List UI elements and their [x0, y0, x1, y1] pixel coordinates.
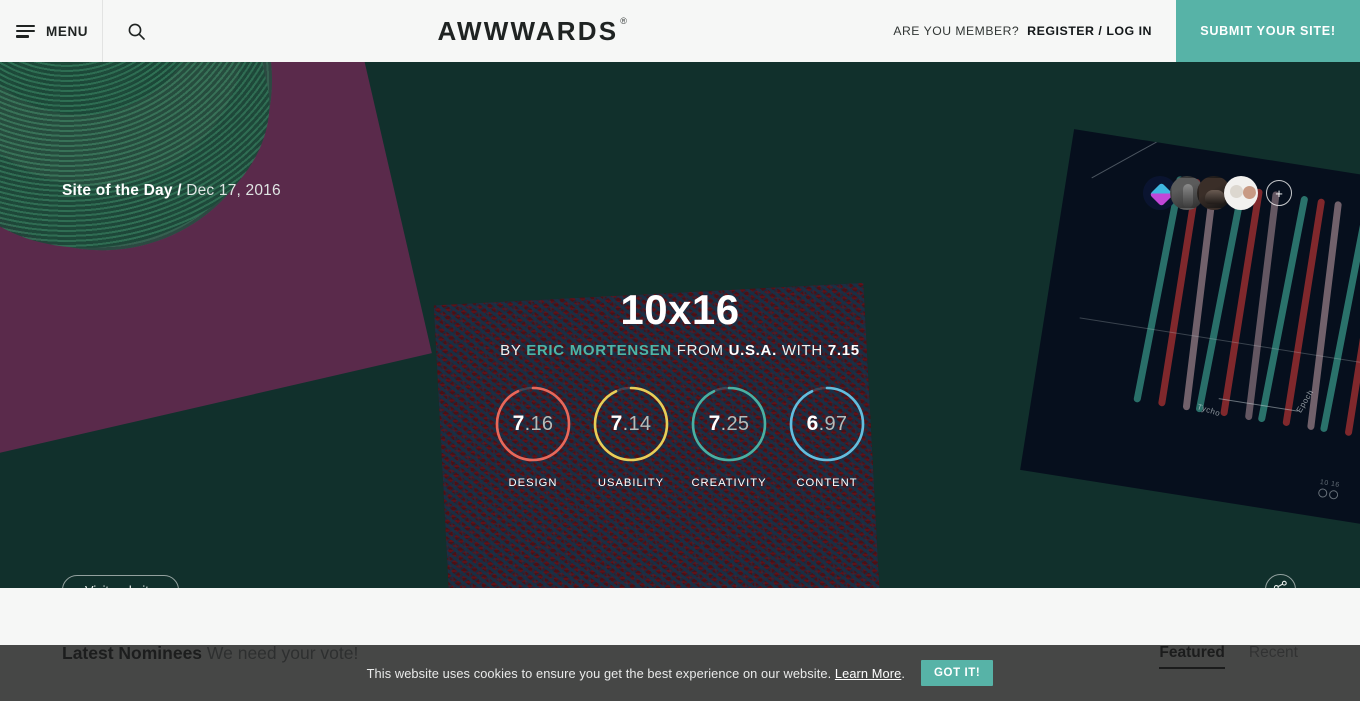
submit-site-button[interactable]: SUBMIT YOUR SITE! [1176, 0, 1360, 62]
score-ring: 7.16 [493, 384, 573, 464]
site-header: MENU AWWWARDS ® ARE YOU MEMBER? REGISTER … [0, 0, 1360, 62]
register-login-link[interactable]: REGISTER / LOG IN [1027, 24, 1152, 38]
cookie-accept-button[interactable]: GOT IT! [921, 660, 994, 686]
member-question: ARE YOU MEMBER? [893, 24, 1020, 38]
score-item: 6.97 CONTENT [782, 384, 872, 489]
search-icon [128, 23, 145, 40]
score-decimal: .16 [524, 413, 554, 435]
registered-trademark-icon: ® [620, 15, 627, 26]
visit-website-button[interactable]: Visit website [62, 575, 179, 588]
search-button[interactable] [103, 0, 169, 62]
score-decimal: .25 [720, 413, 750, 435]
score-label: DESIGN [508, 477, 558, 489]
hero-section: Tycho Epoch 10 16 Site of the Day / Dec … [0, 62, 1360, 588]
cookie-message: This website uses cookies to ensure you … [367, 666, 905, 681]
cookie-banner: This website uses cookies to ensure you … [0, 645, 1360, 701]
score-label: CONTENT [796, 477, 858, 489]
menu-button[interactable]: MENU [0, 0, 103, 62]
author-link[interactable]: ERIC MORTENSEN [526, 342, 672, 359]
learn-more-link[interactable]: Learn More [835, 666, 901, 681]
score-item: 7.16 DESIGN [488, 384, 578, 489]
avatar[interactable] [1224, 176, 1258, 210]
score-decimal: .97 [818, 413, 848, 435]
cookie-message-text: This website uses cookies to ensure you … [366, 665, 832, 681]
score-value: 6.97 [807, 412, 848, 436]
hero-content: Site of the Day / Dec 17, 2016 + 10x16 B… [0, 62, 1360, 588]
site-logo[interactable]: AWWWARDS ® [169, 0, 893, 62]
meta-with: WITH [781, 342, 823, 359]
cookie-period: . [901, 665, 905, 681]
country-label: U.S.A. [728, 342, 777, 359]
score-list: 7.16 DESIGN 7.14 USABILITY 7.25 CREATIVITY 6.9… [0, 384, 1360, 489]
score-value: 7.14 [611, 412, 652, 436]
menu-label: MENU [46, 23, 89, 39]
score-value: 7.25 [709, 412, 750, 436]
logo-text: AWWWARDS [437, 15, 619, 46]
page-root: MENU AWWWARDS ® ARE YOU MEMBER? REGISTER … [0, 0, 1360, 701]
header-account-area: ARE YOU MEMBER? REGISTER / LOG IN [893, 0, 1176, 62]
site-meta: BY ERIC MORTENSEN FROM U.S.A. WITH 7.15 [0, 342, 1360, 359]
avatar-group: + [1143, 176, 1292, 210]
score-ring: 7.25 [689, 384, 769, 464]
award-date: Dec 17, 2016 [186, 182, 281, 199]
score-label: USABILITY [597, 477, 665, 489]
hamburger-icon [16, 24, 35, 38]
award-badge: Site of the Day / Dec 17, 2016 [62, 182, 281, 200]
share-icon [1273, 580, 1288, 588]
score-whole: 7 [610, 412, 623, 435]
more-avatars-button[interactable]: + [1266, 180, 1292, 206]
score-value: 7.16 [513, 412, 554, 436]
site-title: 10x16 [620, 286, 740, 333]
score-ring: 6.97 [787, 384, 867, 464]
award-separator: / [177, 182, 182, 199]
share-button[interactable] [1265, 574, 1296, 588]
score-whole: 7 [708, 412, 721, 435]
score-label: CREATIVITY [691, 477, 767, 489]
overall-score: 7.15 [827, 342, 860, 359]
award-label: Site of the Day [62, 182, 173, 199]
score-item: 7.14 USABILITY [586, 384, 676, 489]
meta-by: BY [500, 342, 522, 359]
meta-from: FROM [676, 342, 724, 359]
score-item: 7.25 CREATIVITY [684, 384, 774, 489]
score-decimal: .14 [622, 413, 652, 435]
score-ring: 7.14 [591, 384, 671, 464]
score-whole: 6 [806, 412, 819, 435]
score-whole: 7 [512, 412, 525, 435]
